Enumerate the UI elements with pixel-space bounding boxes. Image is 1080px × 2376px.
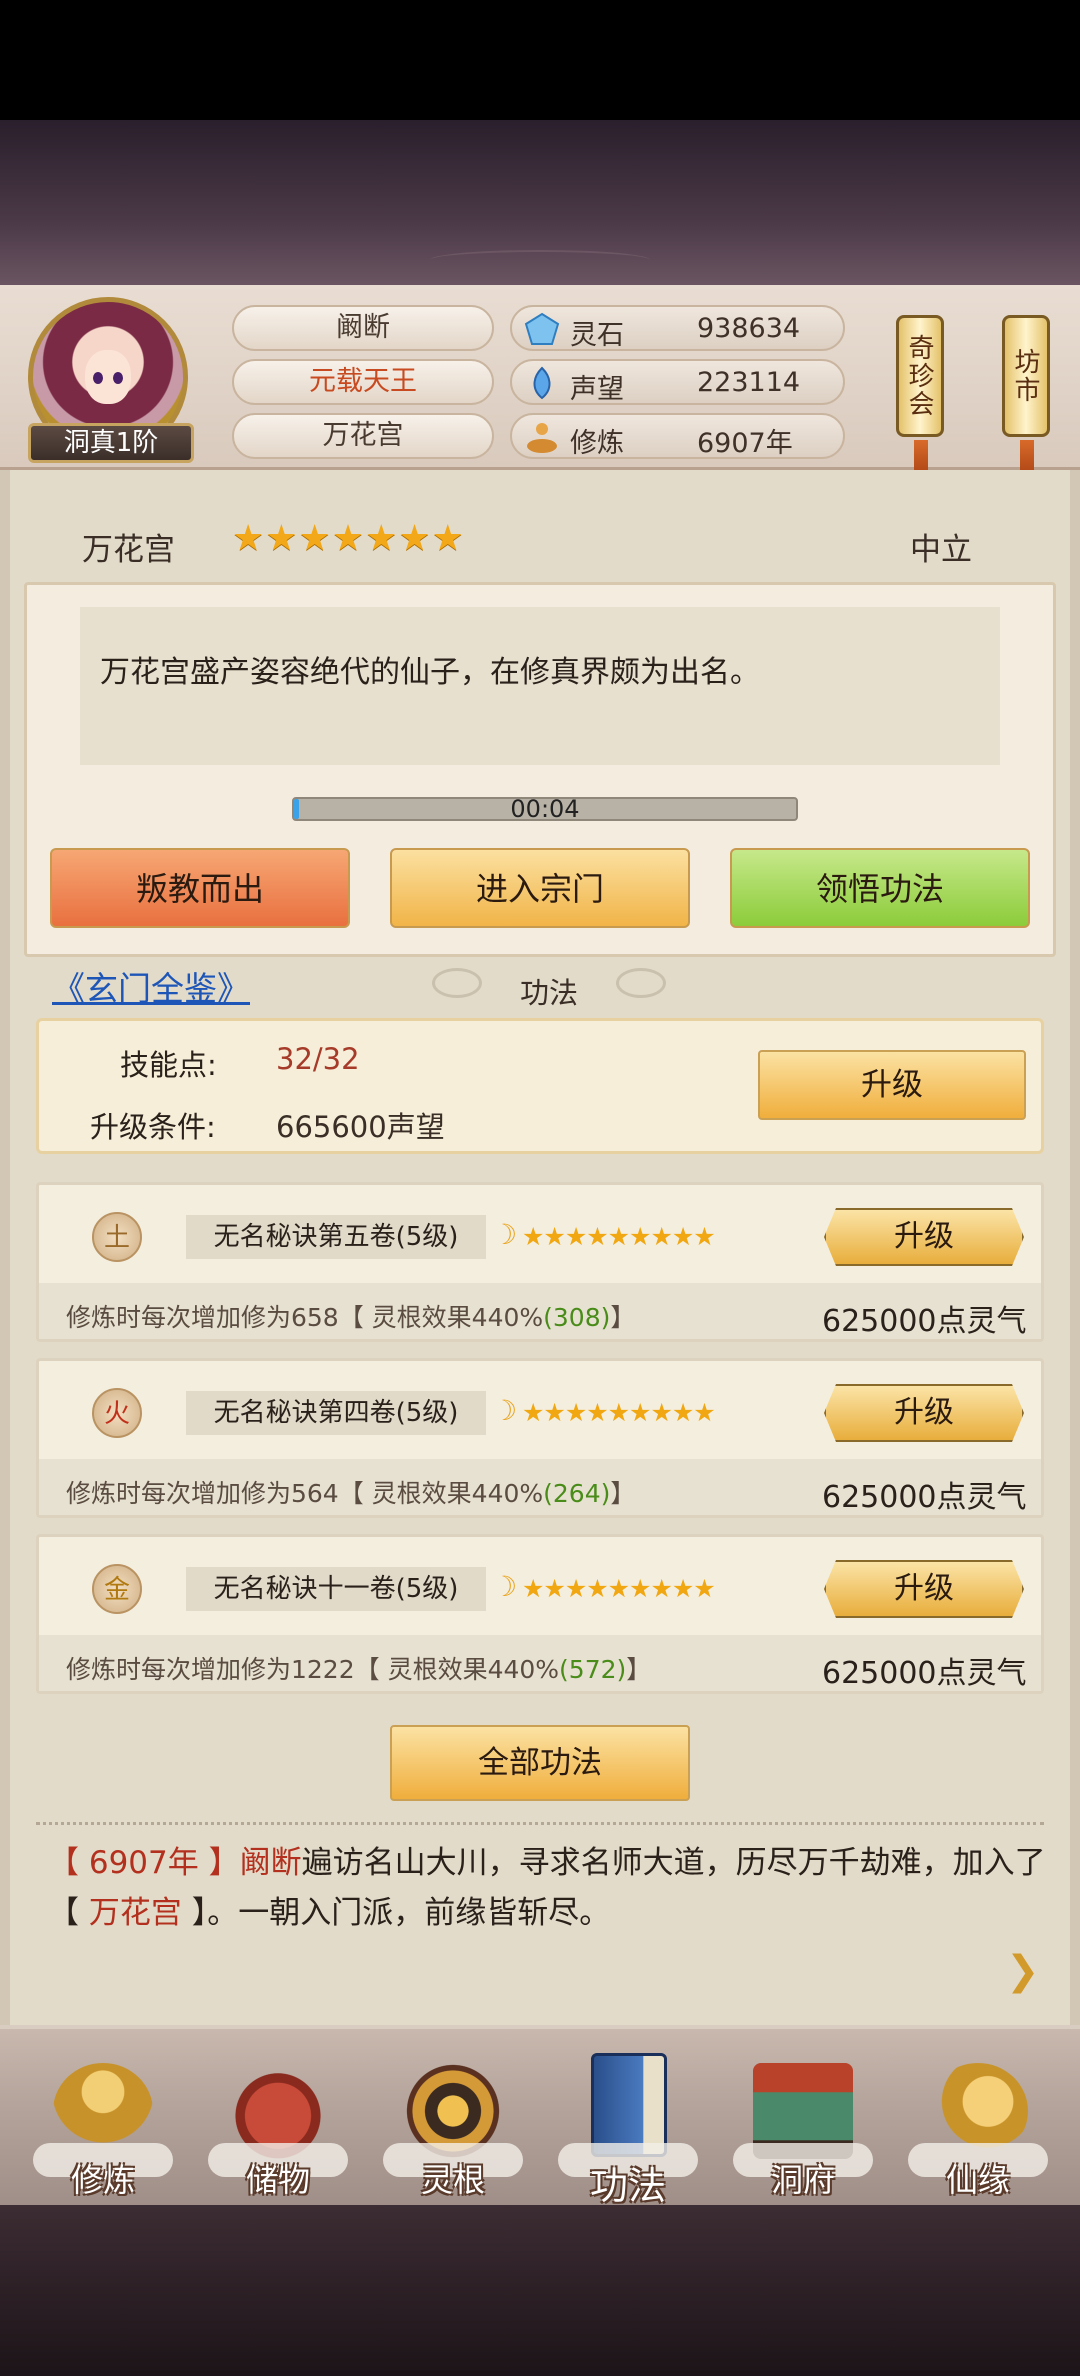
log-bracket: 】 (181, 1895, 208, 1931)
timer-fill (294, 799, 300, 819)
description-text: 万花宫盛产姿容绝代的仙子，在修真界颇为出名。 (100, 655, 760, 690)
moon-icon: ☽ (492, 1570, 518, 1603)
resource-value: 223114 (697, 367, 801, 398)
log-player-name: 阚断 (239, 1845, 302, 1881)
sect-alignment: 中立 (910, 532, 972, 568)
player-title[interactable]: 元载天王 (232, 359, 494, 405)
bottom-frame-decoration (0, 2205, 1080, 2376)
technique-cost: 625000点灵气 (822, 1480, 1027, 1515)
sect-stars: ★★★★★★★ (232, 518, 465, 559)
skill-upgrade-button[interactable]: 升级 (758, 1050, 1026, 1120)
sect-description: 万花宫盛产姿容绝代的仙子，在修真界颇为出名。 (80, 607, 1000, 765)
effect-bonus: (308) (543, 1303, 611, 1332)
status-bar (0, 0, 1080, 120)
nav-spirit-root[interactable]: 灵根 (378, 2045, 528, 2205)
next-arrow-icon[interactable]: ❯ (1006, 1948, 1040, 1994)
technique-upgrade-button[interactable]: 升级 (824, 1208, 1024, 1266)
effect-text: 修炼时每次增加修为1222【 灵根效果440% (66, 1655, 560, 1684)
technique-name: 无名秘诀第五卷(5级) (186, 1215, 486, 1259)
effect-bonus: (264) (543, 1479, 611, 1508)
nav-label: 灵根 (420, 2161, 485, 2199)
effect-suffix: 】 (626, 1655, 652, 1684)
top-frame-decoration (0, 120, 1080, 285)
nav-cultivate[interactable]: 修炼 (28, 2045, 178, 2205)
technique-stars: ★★★★★★★★★ (522, 1574, 716, 1603)
element-text: 金 (103, 1575, 130, 1605)
moon-icon: ☽ (492, 1218, 518, 1251)
technique-cost: 625000点灵气 (822, 1304, 1027, 1339)
resource-value: 6907年 (697, 428, 793, 459)
nav-technique[interactable]: 功法 (553, 2045, 703, 2208)
sect-name-label: 万花宫 (82, 532, 175, 568)
metal-element-icon: 金 (92, 1564, 142, 1614)
enter-sect-button[interactable]: 进入宗门 (390, 848, 690, 928)
resource-prestige: 声望 223114 (510, 359, 845, 405)
fire-element-icon: 火 (92, 1388, 142, 1438)
technique-stars: ★★★★★★★★★ (522, 1398, 716, 1427)
effect-text: 修炼时每次增加修为658【 灵根效果440% (66, 1303, 544, 1332)
effect-suffix: 】 (610, 1479, 636, 1508)
swirl-ornament-right (616, 968, 666, 998)
swirl-ornament-left (432, 968, 482, 998)
nav-label: 储物 (245, 2161, 310, 2199)
timer-text: 00:04 (510, 795, 580, 823)
log-bracket: 【 (48, 1895, 89, 1931)
technique-effect: 修炼时每次增加修为564【 灵根效果440%(264)】 (66, 1474, 635, 1510)
element-text: 土 (103, 1223, 130, 1253)
resource-cultivation: 修炼 6907年 (510, 413, 845, 459)
player-name: 阚断 (232, 305, 494, 351)
log-year: 【 6907年 】 (48, 1845, 240, 1881)
resource-value: 938634 (697, 313, 801, 344)
technique-cost: 625000点灵气 (822, 1656, 1027, 1691)
earth-element-icon: 土 (92, 1212, 142, 1262)
technique-stars: ★★★★★★★★★ (522, 1222, 716, 1251)
nav-fate[interactable]: 仙缘 (903, 2045, 1053, 2205)
effect-suffix: 】 (610, 1303, 636, 1332)
technique-name: 无名秘诀第四卷(5级) (186, 1391, 486, 1435)
log-text: 。一朝入门派，前缘皆斩尽。 (207, 1895, 611, 1931)
rank-badge: 洞真1阶 (28, 423, 194, 463)
nav-label: 功法 (589, 2164, 666, 2208)
cultivation-icon (527, 423, 557, 453)
skill-points-label: 技能点: (120, 1048, 217, 1082)
timer-bar: 00:04 (292, 797, 798, 821)
effect-text: 修炼时每次增加修为564【 灵根效果440% (66, 1479, 544, 1508)
nav-label: 仙缘 (945, 2161, 1010, 2199)
player-header: 洞真1阶 阚断 元载天王 万花宫 灵石 938634 声望 223114 修炼 … (0, 285, 1080, 480)
technique-upgrade-button[interactable]: 升级 (824, 1384, 1024, 1442)
technique-section-title: 功法 (520, 976, 579, 1010)
market-button[interactable]: 坊市 (1002, 315, 1050, 437)
technique-effect: 修炼时每次增加修为1222【 灵根效果440%(572)】 (66, 1650, 651, 1686)
encyclopedia-link[interactable]: 《玄门全鉴》 (52, 962, 250, 1010)
resource-spirit-stone: 灵石 938634 (510, 305, 845, 351)
upgrade-condition-value: 665600声望 (276, 1110, 445, 1144)
effect-bonus: (572) (559, 1655, 627, 1684)
nav-storage[interactable]: 储物 (203, 2045, 353, 2205)
betray-sect-button[interactable]: 叛教而出 (50, 848, 350, 928)
treasure-fair-button[interactable]: 奇珍会 (896, 315, 944, 437)
technique-effect: 修炼时每次增加修为658【 灵根效果440%(308)】 (66, 1298, 635, 1334)
technique-upgrade-button[interactable]: 升级 (824, 1560, 1024, 1618)
nav-cave-house[interactable]: 洞府 (728, 2045, 878, 2205)
log-divider (36, 1822, 1044, 1826)
resource-label: 灵石 (570, 320, 624, 351)
skill-points-value: 32/32 (276, 1042, 360, 1076)
element-text: 火 (103, 1399, 130, 1429)
resource-label: 声望 (570, 374, 624, 405)
all-techniques-button[interactable]: 全部功法 (390, 1725, 690, 1801)
resource-label: 修炼 (570, 428, 624, 459)
moon-icon: ☽ (492, 1394, 518, 1427)
technique-book-icon (591, 2053, 667, 2157)
nav-label: 修炼 (70, 2161, 135, 2199)
technique-name: 无名秘诀十一卷(5级) (186, 1567, 486, 1611)
log-text: 遍访名山大川，寻求名师大道，历尽万千劫难，加入了 (301, 1845, 1046, 1881)
upgrade-condition-label: 升级条件: (90, 1110, 216, 1144)
learn-technique-button[interactable]: 领悟功法 (730, 848, 1030, 928)
player-sect: 万花宫 (232, 413, 494, 459)
log-sect-name: 万花宫 (88, 1895, 182, 1931)
event-log: 【 6907年 】阚断遍访名山大川，寻求名师大道，历尽万千劫难，加入了 【 万花… (48, 1838, 1048, 1938)
spirit-stone-icon (524, 312, 560, 345)
nav-label: 洞府 (770, 2161, 835, 2199)
prestige-icon (533, 366, 551, 400)
